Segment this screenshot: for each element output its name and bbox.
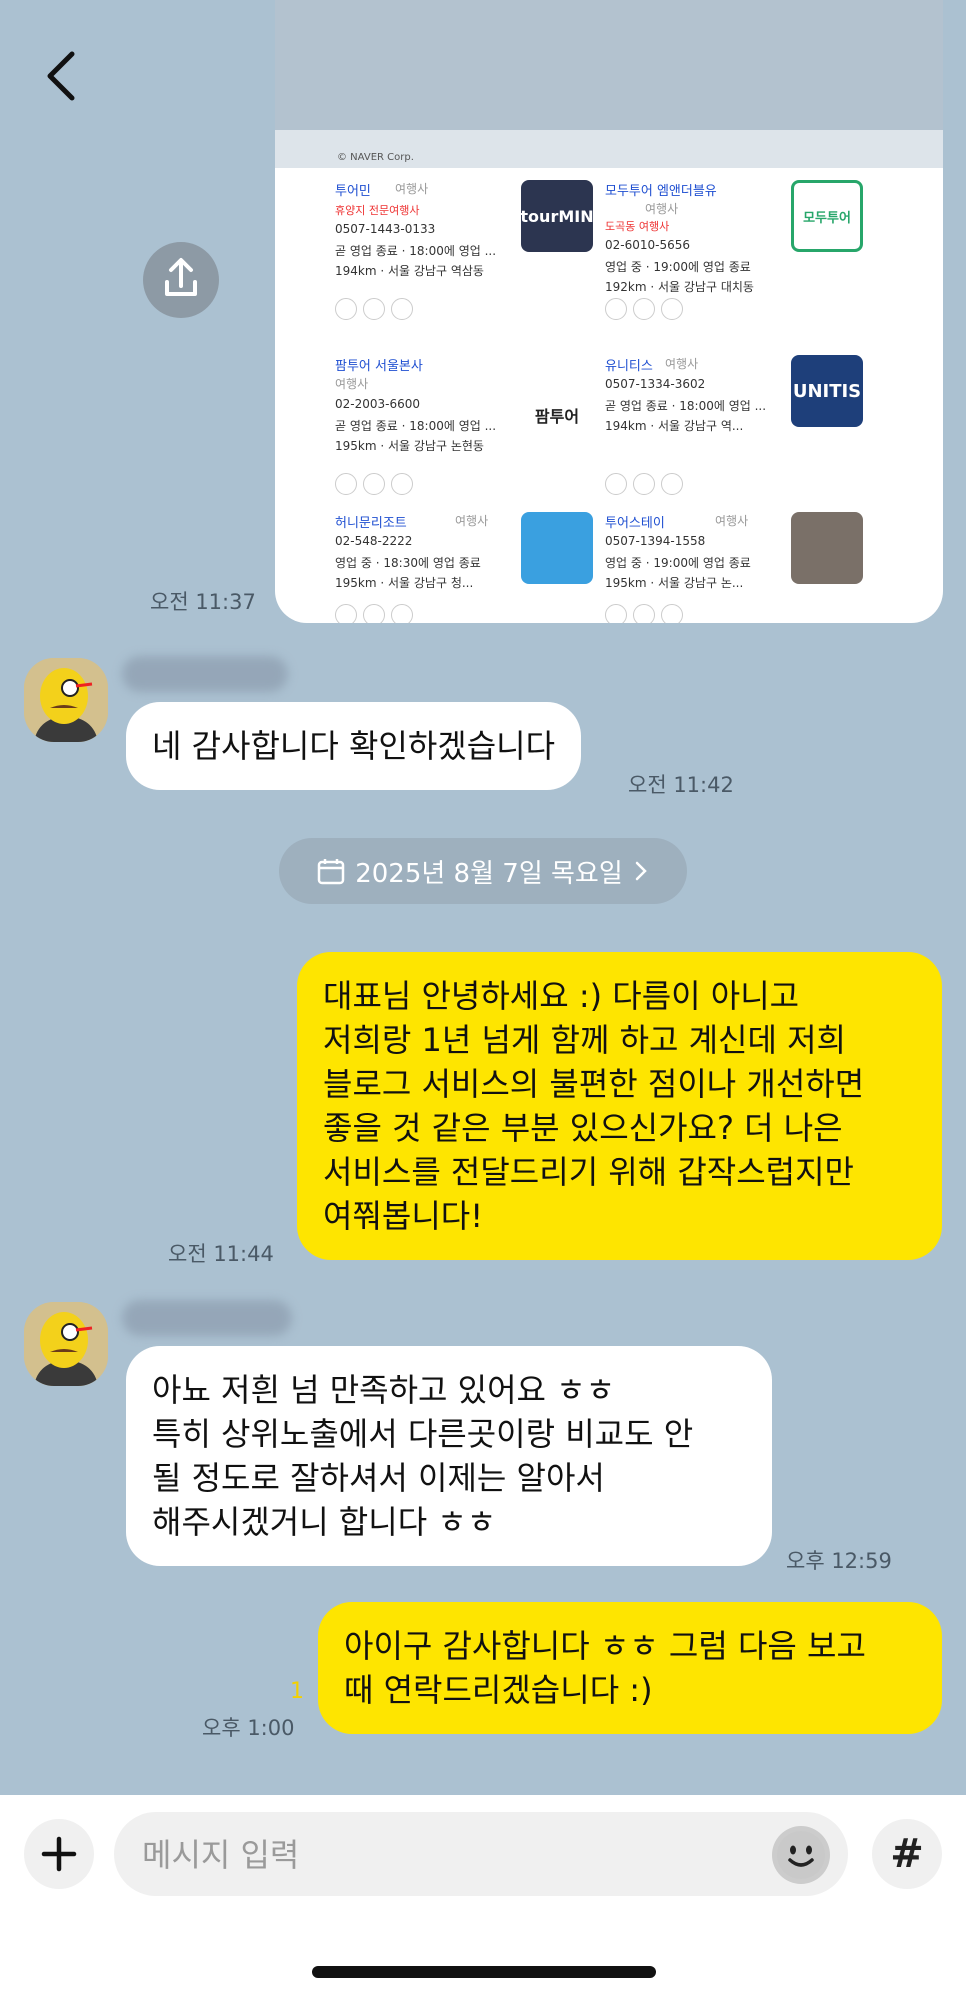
listing-card: 모두투어 엠앤더블유 여행사 도곡동 여행사 02-6010-5656 영업 중… xyxy=(605,180,863,330)
message-line: 때 연락드리겠습니다 :) xyxy=(344,1671,653,1709)
listing-status: 영업 중 · 19:00에 영업 종료 xyxy=(605,556,751,570)
home-indicator xyxy=(312,1966,656,1978)
listing-thumbnail: tourMIN xyxy=(520,180,594,252)
message-text: 네 감사합니다 확인하겠습니다 xyxy=(152,727,556,765)
emoji-icon xyxy=(777,1831,825,1879)
listing-actions xyxy=(605,298,805,324)
message-line: 아뇨 저흰 넘 만족하고 있어요 ㅎㅎ xyxy=(152,1371,616,1409)
listing-category: 여행사 xyxy=(715,514,749,528)
shared-image[interactable]: © NAVER Corp. 투어민 여행사 휴양지 전문여행사 0507-144… xyxy=(275,0,943,623)
listing-tag: 휴양지 전문여행사 xyxy=(335,204,420,217)
listing-category: 여행사 xyxy=(455,514,489,528)
listing-card: 유니티스 여행사 0507-1334-3602 곧 영업 종료 · 18:00에… xyxy=(605,355,863,505)
message-line: 특히 상위노출에서 다른곳이랑 비교도 안 xyxy=(152,1415,694,1453)
listing-actions xyxy=(335,473,535,499)
message-time: 오후 1:00 xyxy=(202,1716,295,1740)
listing-status: 영업 중 · 18:30에 영업 종료 xyxy=(335,556,481,570)
message-line: 될 정도로 잘하셔서 이제는 알아서 xyxy=(152,1459,605,1497)
message-input-placeholder: 메시지 입력 xyxy=(142,1836,300,1874)
listing-distance: 192km · 서울 강남구 대치동 xyxy=(605,280,754,294)
listing-card: 투어민 여행사 휴양지 전문여행사 0507-1443-0133 곧 영업 종료… xyxy=(335,180,594,330)
listing-phone: 02-6010-5656 xyxy=(605,238,691,252)
listing-category: 여행사 xyxy=(335,377,369,391)
listing-phone: 0507-1334-3602 xyxy=(605,377,706,391)
message-line: 저희랑 1년 넘게 함께 하고 계신데 저희 xyxy=(323,1021,846,1059)
listing-card: 허니문리조트 여행사 02-548-2222 영업 중 · 18:30에 영업 … xyxy=(335,512,593,623)
incoming-message-bubble[interactable]: 네 감사합니다 확인하겠습니다 xyxy=(126,702,582,790)
message-line: 블로그 서비스의 불편한 점이나 개선하면 xyxy=(323,1065,865,1103)
share-button[interactable] xyxy=(143,242,219,318)
listing-status: 곧 영업 종료 · 18:00에 영업 ... xyxy=(605,399,767,413)
avatar[interactable] xyxy=(24,1302,108,1386)
listing-name: 투어스테이 xyxy=(605,516,665,531)
listing-name: 허니문리조트 xyxy=(335,516,407,531)
listing-thumbnail: 모두투어 xyxy=(791,180,863,252)
back-icon[interactable] xyxy=(40,48,84,104)
listing-thumbnail xyxy=(791,512,863,584)
outgoing-message-bubble[interactable]: 아이구 감사합니다 ㅎㅎ 그럼 다음 보고 때 연락드리겠습니다 :) xyxy=(318,1602,942,1734)
plus-icon xyxy=(41,1836,77,1872)
chevron-right-icon xyxy=(635,861,647,881)
incoming-message-bubble[interactable]: 아뇨 저흰 넘 만족하고 있어요 ㅎㅎ 특히 상위노출에서 다른곳이랑 비교도 … xyxy=(126,1346,772,1566)
listing-phone: 0507-1394-1558 xyxy=(605,534,706,548)
message-line: 여쭤봅니다! xyxy=(323,1197,484,1235)
listing-thumbnail: 팜투어 xyxy=(521,355,593,427)
sender-name xyxy=(122,656,288,692)
listing-category: 여행사 xyxy=(645,202,679,216)
date-text: 2025년 8월 7일 목요일 xyxy=(355,858,623,889)
listing-name: 유니티스 xyxy=(605,359,653,374)
sender-name xyxy=(122,1300,292,1336)
cartoon-face-icon xyxy=(24,658,108,742)
listing-name: 투어민 xyxy=(335,184,371,199)
hash-button[interactable]: # xyxy=(872,1819,942,1889)
cartoon-face-icon xyxy=(24,1302,108,1386)
outgoing-message-bubble[interactable]: 대표님 안녕하세요 :) 다름이 아니고 저희랑 1년 넘게 함께 하고 계신데… xyxy=(297,952,942,1260)
message-line: 대표님 안녕하세요 :) 다름이 아니고 xyxy=(323,977,800,1015)
listing-distance: 195km · 서울 강남구 논현동 xyxy=(335,439,484,453)
message-line: 아이구 감사합니다 ㅎㅎ 그럼 다음 보고 xyxy=(344,1627,866,1665)
date-divider[interactable]: 2025년 8월 7일 목요일 xyxy=(279,838,687,904)
listing-tag: 도곡동 여행사 xyxy=(605,220,670,233)
listing-card: 투어스테이 여행사 0507-1394-1558 영업 중 · 19:00에 영… xyxy=(605,512,863,623)
listing-actions xyxy=(605,604,805,623)
listing-actions xyxy=(335,298,535,324)
calendar-icon xyxy=(317,859,345,885)
message-time: 오후 12:59 xyxy=(786,1549,892,1573)
message-line: 좋을 것 같은 부분 있으신가요? 더 나은 xyxy=(323,1109,843,1147)
listing-distance: 194km · 서울 강남구 역삼동 xyxy=(335,264,484,278)
listing-category: 여행사 xyxy=(665,357,699,371)
map-credit: © NAVER Corp. xyxy=(337,152,414,163)
listing-thumbnail: UNITIS xyxy=(791,355,863,427)
emoji-button[interactable] xyxy=(772,1826,830,1884)
message-time: 오전 11:44 xyxy=(168,1242,274,1266)
listing-phone: 0507-1443-0133 xyxy=(335,222,436,236)
listing-category: 여행사 xyxy=(395,182,429,196)
avatar[interactable] xyxy=(24,658,108,742)
message-time: 오전 11:42 xyxy=(628,773,734,797)
message-time: 오전 11:37 xyxy=(150,590,256,614)
message-line: 해주시겠거니 합니다 ㅎㅎ xyxy=(152,1503,497,1541)
listing-status: 영업 중 · 19:00에 영업 종료 xyxy=(605,260,751,274)
attach-button[interactable] xyxy=(24,1819,94,1889)
share-upload-icon xyxy=(165,258,197,296)
listing-phone: 02-548-2222 xyxy=(335,534,413,548)
listing-status: 곧 영업 종료 · 18:00에 영업 ... xyxy=(335,244,497,258)
message-line: 서비스를 전달드리기 위해 갑작스럽지만 xyxy=(323,1153,854,1191)
listing-distance: 195km · 서울 강남구 청... xyxy=(335,576,474,590)
listing-actions xyxy=(605,473,805,499)
listing-name: 모두투어 엠앤더블유 xyxy=(605,184,717,199)
listing-distance: 194km · 서울 강남구 역... xyxy=(605,419,744,433)
unread-count: 1 xyxy=(290,1679,304,1704)
listing-name: 팜투어 서울본사 xyxy=(335,359,423,374)
listing-actions xyxy=(335,604,535,623)
listing-thumbnail xyxy=(521,512,593,584)
listing-distance: 195km · 서울 강남구 논... xyxy=(605,576,744,590)
listing-phone: 02-2003-6600 xyxy=(335,397,421,411)
overlay-header xyxy=(275,0,943,130)
listing-card: 팜투어 서울본사 여행사 02-2003-6600 곧 영업 종료 · 18:0… xyxy=(335,355,593,505)
listing-status: 곧 영업 종료 · 18:00에 영업 ... xyxy=(335,419,497,433)
